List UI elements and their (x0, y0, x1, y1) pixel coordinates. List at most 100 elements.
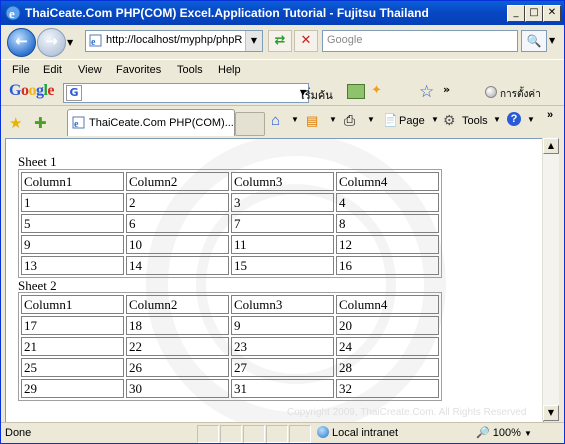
menu-help[interactable]: Help (218, 64, 241, 76)
home-dropdown-icon[interactable]: ▼ (291, 115, 299, 124)
stop-button[interactable]: ✕ (294, 30, 318, 52)
scroll-down-button[interactable]: ▼ (543, 405, 559, 421)
image-icon[interactable] (347, 84, 365, 99)
favorites-star-icon[interactable]: ★ (9, 114, 22, 132)
address-dropdown-icon[interactable]: ▼ (245, 31, 262, 51)
google-g-icon[interactable]: G (66, 85, 82, 101)
status-panel (243, 425, 265, 443)
table-cell: 25 (21, 358, 124, 377)
help-dropdown-icon[interactable]: ▼ (527, 115, 535, 124)
menu-view[interactable]: View (78, 64, 102, 76)
tools-menu-button[interactable]: Tools (462, 115, 488, 127)
table-cell: 28 (336, 358, 439, 377)
status-panel (220, 425, 242, 443)
menu-file[interactable]: File (12, 64, 30, 76)
back-button[interactable]: ← (7, 28, 36, 57)
google-search-button[interactable]: เริ่มค้น (301, 86, 333, 104)
minimize-button[interactable]: _ (507, 5, 525, 22)
sheet2-table: Column1 Column2 Column3 Column4 17 18 9 … (18, 292, 442, 401)
zoom-control[interactable]: 🔎 100% ▼ (476, 426, 532, 439)
maximize-button[interactable]: □ (525, 5, 543, 22)
svg-text:e: e (9, 6, 15, 21)
add-favorite-icon[interactable]: ✚ (34, 114, 47, 132)
header-cell: Column4 (336, 295, 439, 314)
google-more-button[interactable]: » (443, 83, 450, 96)
table-cell: 6 (126, 214, 229, 233)
table-cell: 9 (21, 235, 124, 254)
puzzle-icon[interactable]: ✦ (371, 83, 389, 99)
table-cell: 26 (126, 358, 229, 377)
table-row: 17 18 9 20 (21, 316, 439, 335)
status-panel (289, 425, 311, 443)
toolbar-more-button[interactable]: » (547, 109, 553, 121)
new-tab-button[interactable] (235, 112, 265, 136)
zoom-dropdown-icon: ▼ (523, 429, 532, 438)
google-search-input[interactable]: G ▼ (63, 83, 309, 103)
menu-bar: File Edit View Favorites Tools Help (1, 59, 564, 81)
window-title: ThaiCeate.Com PHP(COM) Excel.Application… (25, 6, 429, 20)
tab-row: ★ ✚ e ThaiCeate.Com PHP(COM)... ⌂ ▼ ▤ ▼ … (1, 106, 564, 138)
google-logo: Google (9, 82, 55, 99)
tab-title: ThaiCeate.Com PHP(COM)... (89, 117, 234, 129)
address-bar[interactable]: e http://localhost/myphp/phpR ▼ (85, 30, 263, 52)
menu-tools[interactable]: Tools (177, 64, 203, 76)
table-cell: 9 (231, 316, 334, 335)
feeds-dropdown-icon[interactable]: ▼ (329, 115, 337, 124)
page-dropdown-icon[interactable]: ▼ (431, 115, 439, 124)
refresh-button[interactable]: ⇄ (268, 30, 292, 52)
table-cell: 17 (21, 316, 124, 335)
table-row: 25 26 27 28 (21, 358, 439, 377)
zoom-magnifier-icon: 🔎 (476, 427, 490, 439)
header-cell: Column3 (231, 295, 334, 314)
google-toolbar: Google G ▼ เริ่มค้น ✦ ☆ » การตั้งค่า (1, 80, 564, 106)
zone-label: Local intranet (332, 427, 399, 439)
bookmark-star-icon[interactable]: ☆ (419, 82, 434, 102)
forward-button[interactable]: → (37, 28, 66, 57)
tab-ie-icon: e (72, 116, 85, 129)
table-cell: 29 (21, 379, 124, 398)
print-icon[interactable]: ⎙ (344, 112, 355, 129)
table-row: 21 22 23 24 (21, 337, 439, 356)
tab-active[interactable]: e ThaiCeate.Com PHP(COM)... (67, 109, 235, 136)
table-row: 5 6 7 8 (21, 214, 439, 233)
table-row: 13 14 15 16 (21, 256, 439, 275)
table-cell: 15 (231, 256, 334, 275)
tools-dropdown-icon[interactable]: ▼ (493, 115, 501, 124)
vertical-scrollbar[interactable]: ▲ ▼ (542, 138, 559, 421)
search-box[interactable]: Google (322, 30, 518, 52)
table-cell: 30 (126, 379, 229, 398)
globe-icon (317, 426, 329, 438)
page-menu-button[interactable]: Page (399, 115, 425, 127)
header-cell: Column1 (21, 172, 124, 191)
table-cell: 8 (336, 214, 439, 233)
status-panel (197, 425, 219, 443)
home-icon[interactable]: ⌂ (271, 112, 280, 129)
security-zone[interactable]: Local intranet (317, 426, 398, 439)
search-button[interactable]: 🔍 (521, 30, 547, 52)
history-dropdown-icon[interactable]: ▼ (67, 38, 73, 47)
search-placeholder: Google (327, 34, 363, 46)
stop-icon: ✕ (300, 33, 312, 48)
table-cell: 31 (231, 379, 334, 398)
feeds-icon[interactable]: ▤ (306, 113, 318, 129)
url-text[interactable]: http://localhost/myphp/phpR (106, 34, 242, 46)
status-bar: Done Local intranet 🔎 100% ▼ (1, 422, 564, 443)
print-dropdown-icon[interactable]: ▼ (367, 115, 375, 124)
table-row: 9 10 11 12 (21, 235, 439, 254)
google-settings-button[interactable]: การตั้งค่า (485, 86, 541, 102)
table-cell: 16 (336, 256, 439, 275)
table-row: 29 30 31 32 (21, 379, 439, 398)
ie-logo-icon: e (5, 5, 21, 21)
table-cell: 10 (126, 235, 229, 254)
page-content: Sheet 1 Column1 Column2 Column3 Column4 … (5, 138, 544, 423)
scroll-up-button[interactable]: ▲ (543, 138, 559, 154)
title-bar[interactable]: e ThaiCeate.Com PHP(COM) Excel.Applicati… (1, 1, 564, 25)
menu-favorites[interactable]: Favorites (116, 64, 161, 76)
search-options-icon[interactable]: ▼ (549, 36, 555, 45)
menu-edit[interactable]: Edit (43, 64, 62, 76)
sheet1-label: Sheet 1 (18, 154, 57, 169)
close-button[interactable]: ✕ (543, 5, 561, 22)
help-icon[interactable]: ? (507, 112, 521, 126)
table-cell: 27 (231, 358, 334, 377)
address-row: ← → ▼ e http://localhost/myphp/phpR ▼ ⇄ … (1, 25, 564, 59)
